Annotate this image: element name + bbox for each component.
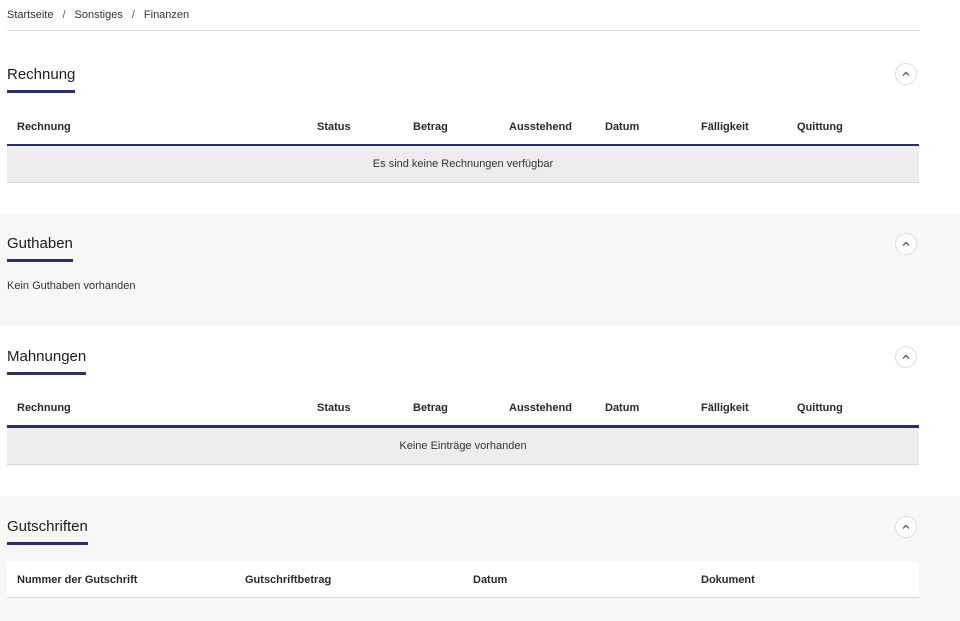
column-header-rechnung[interactable]: Rechnung bbox=[17, 121, 71, 133]
credit-notes-section: Gutschriften Nummer der Gutschrift Gutsc… bbox=[0, 496, 960, 621]
breadcrumb-item-finanzen: Finanzen bbox=[143, 9, 190, 21]
column-header-quittung[interactable]: Quittung bbox=[797, 402, 843, 414]
reminders-section: Mahnungen Rechnung Status Betrag Aussteh… bbox=[0, 326, 960, 496]
column-header-ausstehend[interactable]: Ausstehend bbox=[509, 402, 572, 414]
breadcrumb: Startseite / Sonstiges / Finanzen bbox=[7, 0, 919, 31]
reminders-title: Mahnungen bbox=[7, 348, 87, 375]
chevron-up-icon bbox=[902, 524, 910, 529]
invoices-title: Rechnung bbox=[7, 66, 76, 93]
chevron-up-icon bbox=[902, 241, 910, 246]
credit-notes-title: Gutschriften bbox=[7, 518, 88, 545]
column-header-status[interactable]: Status bbox=[317, 121, 351, 133]
breadcrumb-separator: / bbox=[62, 9, 66, 21]
column-header-ausstehend[interactable]: Ausstehend bbox=[509, 121, 572, 133]
breadcrumb-item-startseite[interactable]: Startseite bbox=[7, 9, 53, 21]
chevron-up-icon bbox=[902, 354, 910, 359]
credit-collapse-button[interactable] bbox=[895, 233, 917, 255]
invoices-section: Rechnung Rechnung Status Betrag Ausstehe… bbox=[0, 31, 960, 213]
invoices-collapse-button[interactable] bbox=[895, 63, 917, 85]
column-header-datum[interactable]: Datum bbox=[605, 121, 639, 133]
breadcrumb-separator: / bbox=[131, 9, 135, 21]
credit-section: Guthaben Kein Guthaben vorhanden bbox=[0, 213, 960, 326]
reminders-collapse-button[interactable] bbox=[895, 346, 917, 368]
chevron-up-icon bbox=[902, 71, 910, 76]
column-header-faelligkeit[interactable]: Fälligkeit bbox=[701, 121, 749, 133]
column-header-status[interactable]: Status bbox=[317, 402, 351, 414]
column-header-quittung[interactable]: Quittung bbox=[797, 121, 843, 133]
column-header-datum[interactable]: Datum bbox=[605, 402, 639, 414]
reminders-table-header: Rechnung Status Betrag Ausstehend Datum … bbox=[7, 389, 919, 428]
credit-empty-message: Kein Guthaben vorhanden bbox=[7, 280, 136, 292]
column-header-rechnung[interactable]: Rechnung bbox=[17, 402, 71, 414]
column-header-dokument[interactable]: Dokument bbox=[701, 574, 755, 586]
credit-notes-table-header: Nummer der Gutschrift Gutschriftbetrag D… bbox=[7, 561, 919, 598]
column-header-betrag[interactable]: Betrag bbox=[413, 121, 448, 133]
column-header-faelligkeit[interactable]: Fälligkeit bbox=[701, 402, 749, 414]
reminders-empty-message: Keine Einträge vorhanden bbox=[7, 428, 919, 465]
credit-notes-collapse-button[interactable] bbox=[895, 516, 917, 538]
credit-title: Guthaben bbox=[7, 235, 73, 262]
column-header-nummer[interactable]: Nummer der Gutschrift bbox=[17, 574, 137, 586]
column-header-betrag[interactable]: Betrag bbox=[413, 402, 448, 414]
invoices-empty-message: Es sind keine Rechnungen verfügbar bbox=[7, 146, 919, 183]
invoices-table-header: Rechnung Status Betrag Ausstehend Datum … bbox=[7, 108, 919, 147]
column-header-datum[interactable]: Datum bbox=[473, 574, 507, 586]
column-header-gutschriftbetrag[interactable]: Gutschriftbetrag bbox=[245, 574, 331, 586]
breadcrumb-item-sonstiges[interactable]: Sonstiges bbox=[75, 9, 123, 21]
